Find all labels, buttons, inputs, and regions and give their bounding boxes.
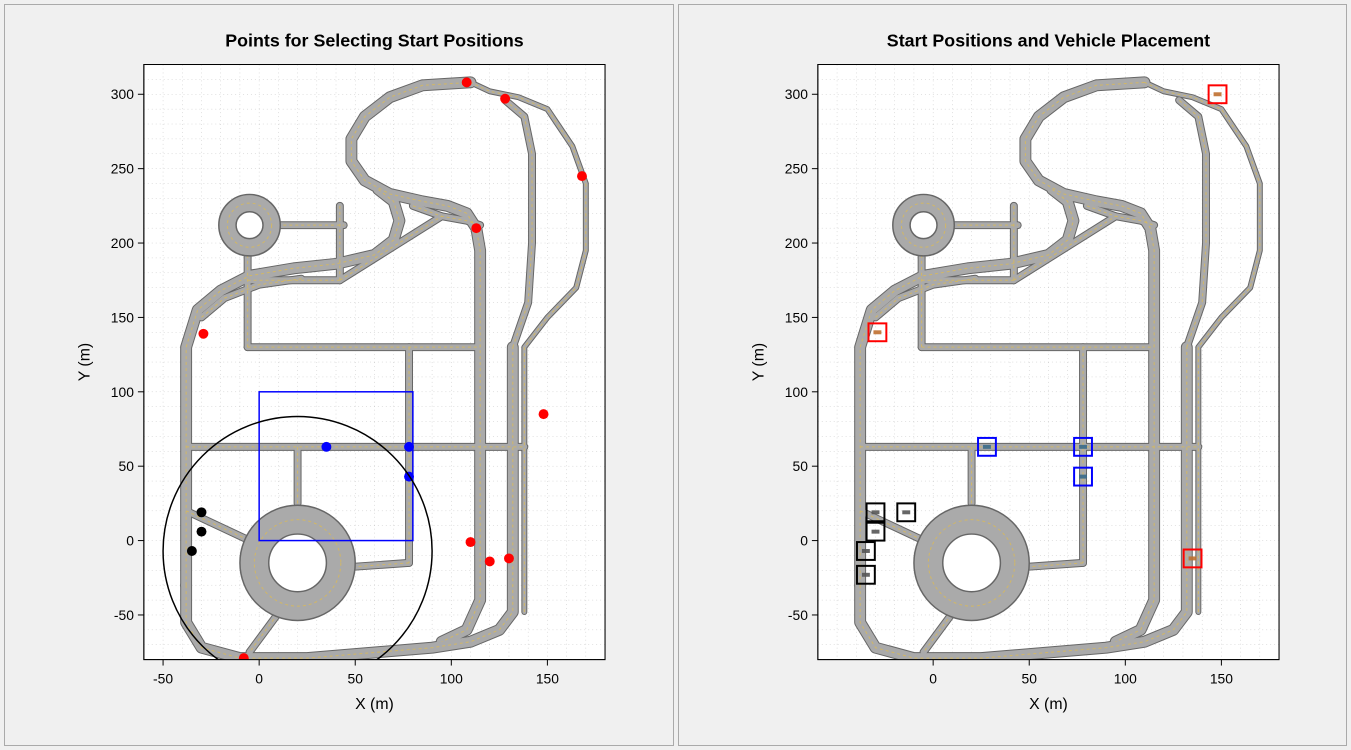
right-plot[interactable]: 0 50 100 150 -50 0 50 100 150 200 250 300 Start Posi… <box>679 5 1346 743</box>
y-tick-label: 150 <box>111 309 134 325</box>
y-axis-label: Y (m) <box>76 343 93 381</box>
plot-title: Start Positions and Vehicle Placement <box>886 31 1209 51</box>
y-tick-label: 100 <box>784 384 807 400</box>
y-tick-label: 100 <box>111 384 134 400</box>
circle-region-points-black-marker <box>197 527 207 537</box>
x-tick-label: 150 <box>1209 670 1232 686</box>
y-tick-label: 50 <box>118 458 134 474</box>
scenario-region-points-red-marker <box>462 77 472 87</box>
scenario-region-points-red-marker <box>577 171 587 181</box>
left-plot[interactable]: -50 0 50 100 150 -50 0 50 100 150 200 250 300 Points … <box>5 5 672 743</box>
y-tick-label: 50 <box>792 458 808 474</box>
y-tick-label: 250 <box>111 161 134 177</box>
x-tick-label: 0 <box>255 670 263 686</box>
x-tick-label: 50 <box>1021 670 1037 686</box>
y-tick-label: 300 <box>784 86 807 102</box>
y-tick-label: -50 <box>787 607 807 623</box>
x-tick-label: 100 <box>1113 670 1136 686</box>
x-tick-label: 0 <box>929 670 937 686</box>
y-tick-label: 150 <box>784 309 807 325</box>
y-axis-label: Y (m) <box>750 343 767 381</box>
x-axis-label: X (m) <box>355 696 394 713</box>
plot-title: Points for Selecting Start Positions <box>225 31 524 51</box>
y-tick-label: 250 <box>784 161 807 177</box>
left-panel: -50 0 50 100 150 -50 0 50 100 150 200 250 300 Points … <box>4 4 674 746</box>
x-axis-label: X (m) <box>1029 696 1068 713</box>
right-panel: 0 50 100 150 -50 0 50 100 150 200 250 300 Start Posi… <box>678 4 1348 746</box>
figure-window: -50 0 50 100 150 -50 0 50 100 150 200 250 300 Points … <box>0 0 1351 750</box>
y-tick-label: 200 <box>111 235 134 251</box>
circle-region-points-black-marker <box>197 507 207 517</box>
scenario-region-points-red-marker <box>471 223 481 233</box>
scenario-region-points-red-marker <box>504 553 514 563</box>
scenario-region-points-red-marker <box>500 94 510 104</box>
rectangle-region-points-blue-marker <box>321 442 331 452</box>
scenario-region-points-red-marker <box>239 653 249 663</box>
y-tick-label: 0 <box>126 533 134 549</box>
x-tick-label: 50 <box>348 670 364 686</box>
x-tick-label: 100 <box>440 670 463 686</box>
scenario-region-points-red-marker <box>539 409 549 419</box>
scenario-region-points-red-marker <box>466 537 476 547</box>
x-tick-label: 150 <box>536 670 559 686</box>
x-tick-label: -50 <box>153 670 173 686</box>
circle-region-points-black-marker <box>187 546 197 556</box>
scenario-region-points-red-marker <box>485 556 495 566</box>
y-tick-label: 200 <box>784 235 807 251</box>
y-tick-label: 0 <box>800 533 808 549</box>
y-tick-label: 300 <box>111 86 134 102</box>
y-tick-label: -50 <box>114 607 134 623</box>
scenario-region-points-red-marker <box>198 329 208 339</box>
